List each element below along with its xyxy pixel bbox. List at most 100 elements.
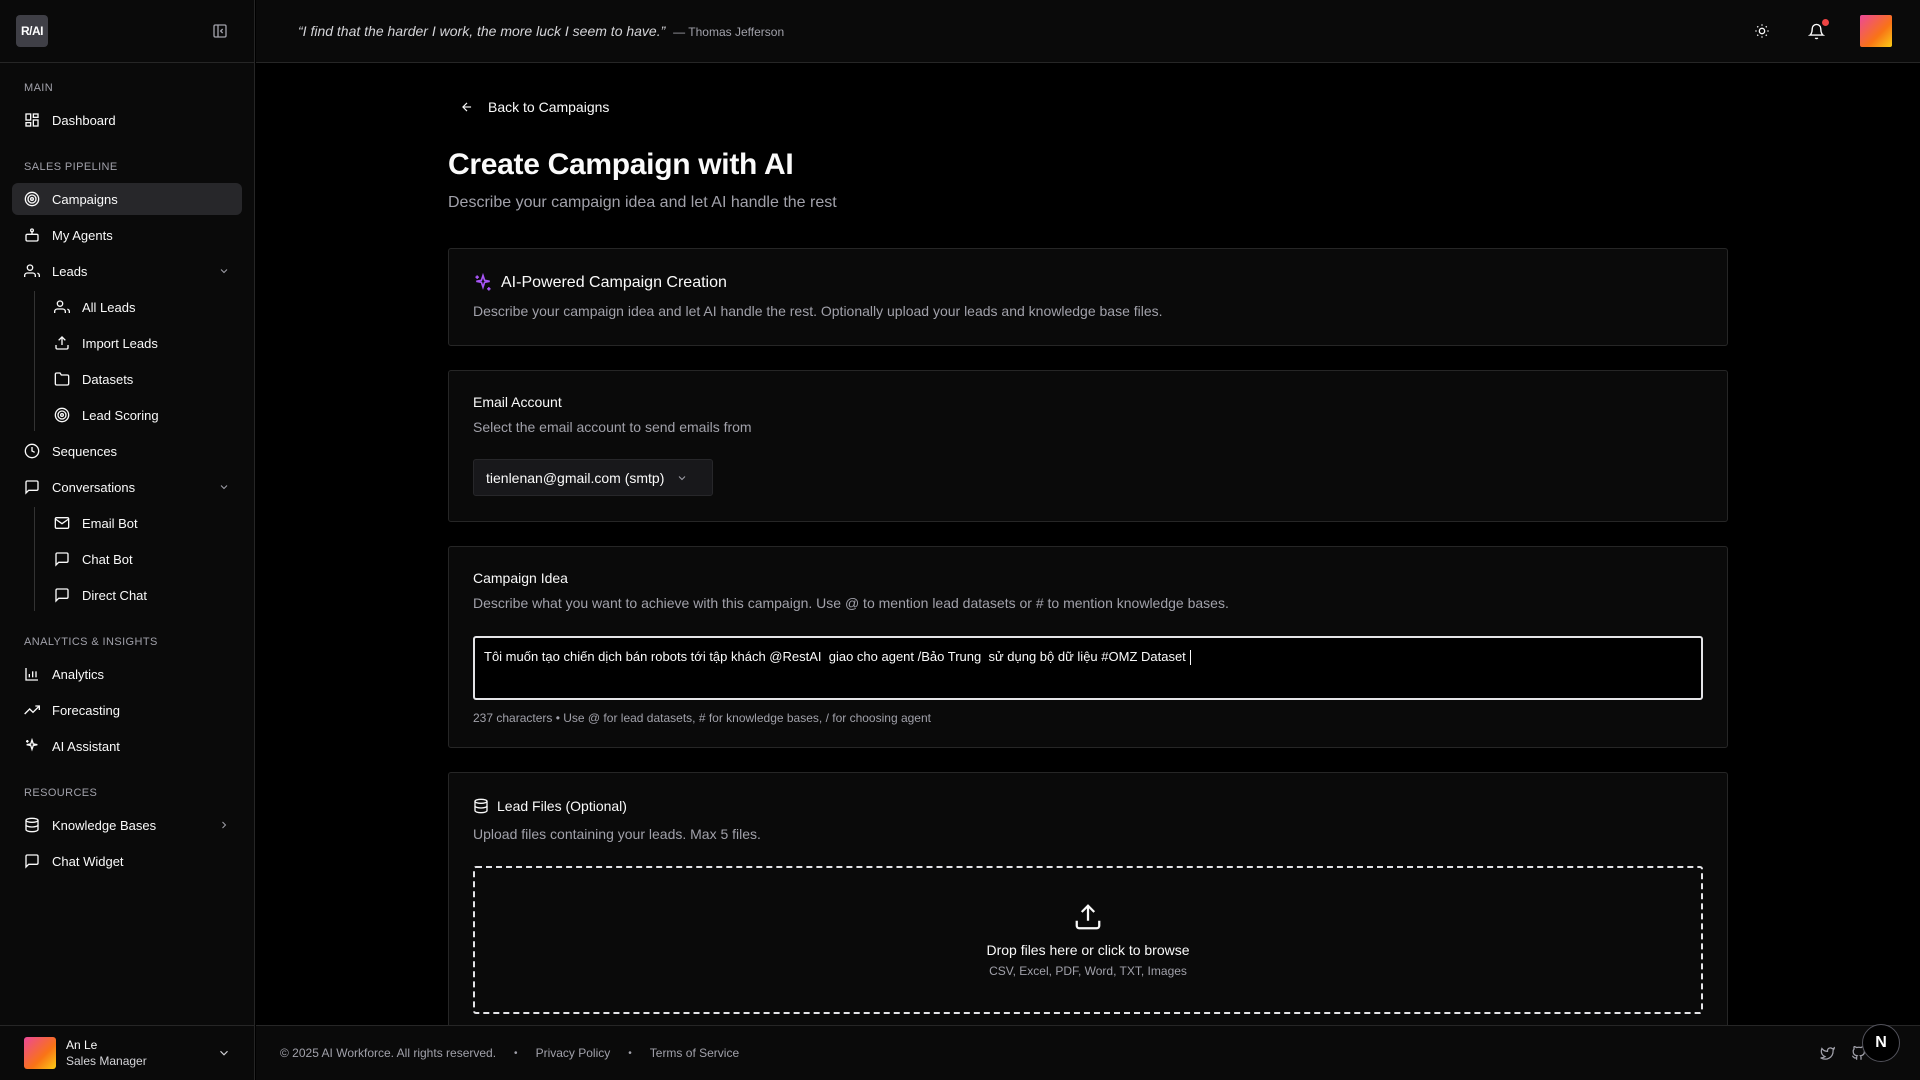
upload-icon bbox=[1075, 904, 1101, 930]
chevron-down-icon[interactable] bbox=[218, 481, 230, 493]
page-title: Create Campaign with AI bbox=[448, 148, 794, 181]
avatar bbox=[24, 1037, 56, 1069]
sidebar-item-label: Chat Widget bbox=[52, 853, 124, 869]
sidebar-item-dashboard[interactable]: Dashboard bbox=[12, 104, 242, 136]
twitter-icon[interactable] bbox=[1820, 1046, 1835, 1061]
sidebar-item-label: Knowledge Bases bbox=[52, 817, 157, 833]
sun-icon[interactable] bbox=[1752, 21, 1772, 41]
sidebar-item-label: Leads bbox=[52, 263, 88, 279]
bar-chart-icon bbox=[25, 668, 38, 681]
sidebar-item-sequences[interactable]: Sequences bbox=[12, 435, 242, 467]
upload-icon bbox=[55, 336, 69, 350]
user-info: An Le Sales Manager bbox=[66, 1037, 207, 1069]
file-dropzone[interactable]: Drop files here or click to browse CSV, … bbox=[473, 866, 1703, 1014]
sidebar-item-campaigns[interactable]: Campaigns bbox=[12, 183, 242, 215]
section-resources: RESOURCES bbox=[24, 787, 98, 799]
users-icon bbox=[54, 300, 70, 313]
sidebar-item-my-agents[interactable]: My Agents bbox=[12, 219, 242, 251]
chevron-down-icon[interactable] bbox=[218, 265, 230, 277]
sidebar-item-import-leads[interactable]: Import Leads bbox=[42, 327, 242, 359]
sidebar-item-label: My Agents bbox=[52, 227, 113, 243]
user-menu[interactable]: An Le Sales Manager bbox=[0, 1025, 255, 1080]
trending-up-icon bbox=[24, 705, 40, 715]
message-square-icon bbox=[25, 480, 39, 495]
sidebar-item-analytics[interactable]: Analytics bbox=[12, 658, 242, 690]
sidebar-item-ai-assistant[interactable]: AI Assistant bbox=[12, 730, 242, 762]
database-icon bbox=[474, 798, 488, 814]
clock-icon bbox=[24, 443, 40, 459]
sidebar-item-label: Import Leads bbox=[82, 335, 158, 351]
email-account-select[interactable]: tienlenan@gmail.com (smtp) bbox=[473, 459, 713, 496]
sidebar-item-email-bot[interactable]: Email Bot bbox=[42, 507, 242, 539]
leads-submenu: All Leads Import Leads Datasets Lead Sco… bbox=[34, 291, 242, 431]
back-to-campaigns-link[interactable]: Back to Campaigns bbox=[448, 88, 621, 126]
ai-campaign-card: AI-Powered Campaign Creation Describe yo… bbox=[448, 248, 1728, 346]
sidebar-item-chat-widget[interactable]: Chat Widget bbox=[12, 845, 242, 877]
section-sales: SALES PIPELINE bbox=[24, 161, 118, 173]
sparkles-icon bbox=[26, 738, 38, 752]
app-logo[interactable]: R/AI bbox=[16, 15, 48, 47]
card-description: Upload files containing your leads. Max … bbox=[473, 826, 761, 842]
sidebar: R/AI MAIN Dashboard SALES PIPELINE Campa… bbox=[0, 0, 255, 1080]
sidebar-item-forecasting[interactable]: Forecasting bbox=[12, 694, 242, 726]
chevron-right-icon[interactable] bbox=[218, 819, 230, 831]
sidebar-item-all-leads[interactable]: All Leads bbox=[42, 291, 242, 323]
card-title: Email Account bbox=[473, 394, 562, 410]
users-icon bbox=[24, 264, 40, 277]
target-icon bbox=[24, 191, 40, 207]
card-description: Describe your campaign idea and let AI h… bbox=[473, 303, 1163, 319]
sidebar-item-lead-scoring[interactable]: Lead Scoring bbox=[42, 399, 242, 431]
campaign-idea-textarea[interactable]: Tôi muốn tạo chiến dịch bán robots tới t… bbox=[473, 636, 1703, 700]
section-main: MAIN bbox=[24, 82, 54, 94]
page-footer: © 2025 AI Workforce. All rights reserved… bbox=[256, 1024, 1920, 1080]
footer-separator: • bbox=[628, 1047, 632, 1059]
avatar[interactable] bbox=[1860, 15, 1892, 47]
message-square-icon bbox=[55, 552, 69, 567]
sidebar-item-label: Direct Chat bbox=[82, 587, 148, 603]
n-badge-button[interactable]: N bbox=[1862, 1024, 1900, 1062]
quote: “I find that the harder I work, the more… bbox=[298, 23, 1752, 39]
mail-icon bbox=[54, 517, 70, 529]
sidebar-nav: MAIN Dashboard SALES PIPELINE Campaigns … bbox=[0, 63, 254, 877]
dropzone-title: Drop files here or click to browse bbox=[986, 942, 1190, 958]
database-icon bbox=[25, 817, 39, 833]
sidebar-item-label: Chat Bot bbox=[82, 551, 133, 567]
social-links bbox=[1820, 1045, 1866, 1061]
footer-separator: • bbox=[514, 1047, 518, 1059]
sidebar-item-label: AI Assistant bbox=[52, 738, 120, 754]
quote-text: “I find that the harder I work, the more… bbox=[298, 23, 666, 39]
sidebar-toggle-icon[interactable] bbox=[210, 21, 230, 41]
bell-icon[interactable] bbox=[1806, 19, 1829, 41]
dropzone-formats: CSV, Excel, PDF, Word, TXT, Images bbox=[989, 964, 1187, 978]
sidebar-item-label: Forecasting bbox=[52, 702, 120, 718]
sidebar-item-datasets[interactable]: Datasets bbox=[42, 363, 242, 395]
quote-author: — Thomas Jefferson bbox=[673, 25, 785, 39]
folder-icon bbox=[54, 372, 70, 386]
sidebar-item-conversations[interactable]: Conversations bbox=[12, 471, 242, 503]
select-value: tienlenan@gmail.com (smtp) bbox=[486, 469, 665, 486]
sidebar-item-direct-chat[interactable]: Direct Chat bbox=[42, 579, 242, 611]
text-caret bbox=[1189, 650, 1191, 666]
sidebar-item-label: Analytics bbox=[52, 666, 105, 682]
campaign-idea-card: Campaign Idea Describe what you want to … bbox=[448, 546, 1728, 748]
sidebar-item-label: All Leads bbox=[82, 299, 136, 315]
bot-icon bbox=[25, 228, 39, 242]
notification-dot bbox=[1822, 19, 1829, 26]
top-actions bbox=[1752, 15, 1892, 47]
chevron-down-icon bbox=[679, 475, 686, 480]
sparkles-icon bbox=[475, 273, 491, 291]
email-account-card: Email Account Select the email account t… bbox=[448, 370, 1728, 522]
textarea-value: Tôi muốn tạo chiến dịch bán robots tới t… bbox=[484, 649, 1186, 664]
chevron-down-icon[interactable] bbox=[217, 1046, 231, 1060]
target-icon bbox=[54, 407, 70, 423]
sidebar-header: R/AI bbox=[0, 0, 254, 63]
character-hint: 237 characters • Use @ for lead datasets… bbox=[473, 711, 931, 725]
message-square-icon bbox=[25, 854, 39, 869]
privacy-policy-link[interactable]: Privacy Policy bbox=[536, 1046, 611, 1060]
lead-files-card: Lead Files (Optional) Upload files conta… bbox=[448, 772, 1728, 1025]
sidebar-item-knowledge-bases[interactable]: Knowledge Bases bbox=[12, 809, 242, 841]
sidebar-item-chat-bot[interactable]: Chat Bot bbox=[42, 543, 242, 575]
sidebar-item-leads[interactable]: Leads bbox=[12, 255, 242, 287]
arrow-left-icon bbox=[462, 102, 472, 112]
terms-of-service-link[interactable]: Terms of Service bbox=[650, 1046, 739, 1060]
